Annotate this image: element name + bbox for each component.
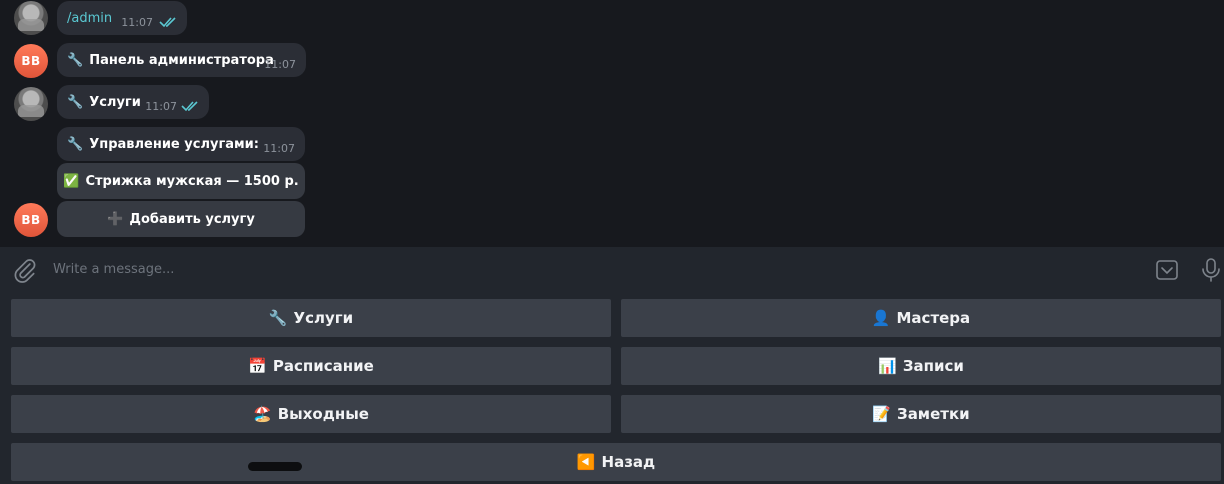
keyboard-button-schedule[interactable]: 📅 Расписание — [11, 347, 611, 385]
message-composer: Write a message... — [0, 247, 1224, 293]
keyboard-button-label: Услуги — [293, 309, 354, 327]
double-check-icon — [181, 101, 198, 112]
double-check-icon — [159, 17, 176, 28]
inline-button-add-service[interactable]: ➕ Добавить услугу — [57, 201, 305, 237]
message-bubble[interactable]: /admin 11:07 — [57, 1, 187, 35]
reply-keyboard: 🔧 Услуги 👤 Мастера 📅 Расписание 📊 Записи… — [0, 293, 1224, 484]
beach-icon: 🏖️ — [253, 405, 272, 423]
keyboard-button-label: Расписание — [272, 357, 374, 375]
bar-chart-icon: 📊 — [878, 357, 897, 375]
wrench-icon: 🔧 — [67, 94, 84, 110]
keyboard-button-label: Назад — [601, 453, 656, 471]
keyboard-button-bookings[interactable]: 📊 Записи — [621, 347, 1221, 385]
calendar-icon: 📅 — [248, 357, 267, 375]
inline-button-service[interactable]: ✅ Стрижка мужская — 1500 р. — [57, 163, 305, 199]
wrench-icon: 🔧 — [268, 309, 288, 327]
bot-keyboard-icon[interactable] — [1155, 258, 1179, 282]
chat-history: /admin 11:07 BB 🔧 Панель администратора … — [0, 0, 1224, 247]
message-bubble[interactable]: 🔧 Панель администратора 11:07 — [57, 43, 306, 77]
message-text: Управление услугами: — [89, 136, 259, 152]
memo-icon: 📝 — [872, 405, 892, 423]
message-time: 11:07 — [263, 142, 295, 155]
bot-avatar[interactable]: BB — [14, 203, 48, 237]
keyboard-button-label: Мастера — [896, 309, 971, 327]
plus-icon: ➕ — [107, 211, 124, 227]
person-icon: 👤 — [871, 309, 891, 327]
message-input[interactable]: Write a message... — [53, 262, 174, 277]
inline-button-label: Добавить услугу — [129, 211, 255, 227]
home-indicator — [248, 462, 302, 471]
user-avatar[interactable] — [14, 1, 48, 35]
message-bubble[interactable]: 🔧 Управление услугами: 11:07 — [57, 127, 305, 161]
keyboard-button-label: Записи — [902, 357, 964, 375]
keyboard-button-days-off[interactable]: 🏖️ Выходные — [11, 395, 611, 433]
keyboard-button-notes[interactable]: 📝 Заметки — [621, 395, 1221, 433]
avatar-initials: BB — [21, 213, 41, 227]
message-bubble[interactable]: 🔧 Услуги 11:07 — [57, 85, 209, 119]
message-time: 11:07 — [264, 58, 296, 71]
keyboard-button-label: Выходные — [277, 405, 369, 423]
inline-button-label: Стрижка мужская — 1500 р. — [85, 173, 299, 189]
check-mark-icon: ✅ — [63, 173, 80, 189]
message-text[interactable]: /admin — [67, 11, 112, 26]
keyboard-button-masters[interactable]: 👤 Мастера — [621, 299, 1221, 337]
keyboard-button-services[interactable]: 🔧 Услуги — [11, 299, 611, 337]
message-text: Панель администратора — [89, 52, 274, 68]
avatar-initials: BB — [21, 54, 41, 68]
wrench-icon: 🔧 — [67, 136, 84, 152]
message-text: Услуги — [89, 94, 141, 110]
bot-avatar[interactable]: BB — [14, 44, 48, 78]
message-time: 11:07 — [145, 100, 177, 113]
back-arrow-icon: ◀️ — [576, 453, 596, 471]
wrench-icon: 🔧 — [67, 52, 84, 68]
keyboard-button-label: Заметки — [897, 405, 970, 423]
user-avatar[interactable] — [14, 87, 48, 121]
keyboard-button-back[interactable]: ◀️ Назад — [11, 443, 1221, 481]
message-time: 11:07 — [121, 16, 153, 29]
paperclip-icon[interactable] — [12, 257, 38, 283]
microphone-icon[interactable] — [1200, 257, 1222, 283]
